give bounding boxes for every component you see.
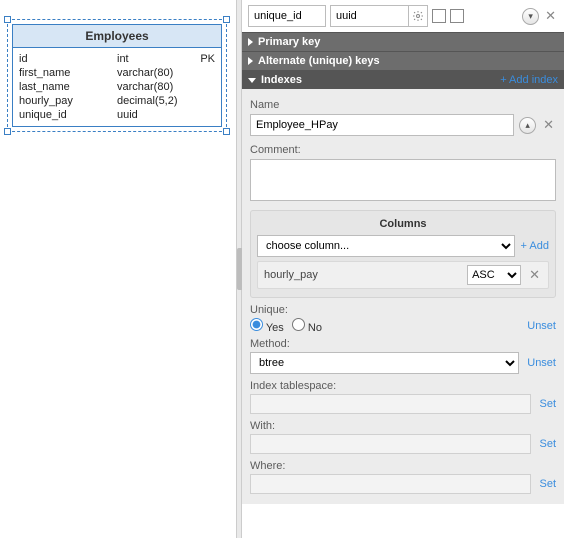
col-name: id [19, 53, 117, 65]
add-column-link[interactable]: + Add [521, 240, 549, 252]
collapse-icon[interactable]: ▴ [519, 117, 536, 134]
chevron-right-icon [248, 57, 253, 65]
with-label: With: [250, 420, 365, 432]
entity-column[interactable]: first_namevarchar(80) [19, 66, 215, 80]
checkbox-2[interactable] [450, 9, 464, 23]
col-type: varchar(80) [117, 67, 189, 79]
unique-label: Unique: [250, 304, 365, 316]
entity-employees[interactable]: Employees idintPKfirst_namevarchar(80)la… [12, 24, 222, 127]
comment-label: Comment: [250, 144, 556, 156]
section-indexes[interactable]: Indexes + Add index [242, 70, 564, 89]
where-field[interactable] [250, 474, 531, 494]
chevron-right-icon [248, 38, 253, 46]
checkbox-1[interactable] [432, 9, 446, 23]
section-label: Primary key [258, 36, 320, 48]
col-pk: PK [189, 53, 215, 65]
resize-handle[interactable] [4, 16, 11, 23]
where-set-link[interactable]: Set [539, 478, 556, 490]
index-column-name: hourly_pay [264, 269, 461, 281]
column-name-input[interactable] [248, 5, 326, 27]
resize-handle[interactable] [223, 128, 230, 135]
index-name-input[interactable] [250, 114, 514, 136]
with-set-link[interactable]: Set [539, 438, 556, 450]
index-editor: Name ▴ ✕ Comment: Columns choose column.… [242, 89, 564, 504]
col-type: varchar(80) [117, 81, 189, 93]
method-label: Method: [250, 338, 365, 350]
entity-columns: idintPKfirst_namevarchar(80)last_namevar… [13, 48, 221, 126]
section-label: Alternate (unique) keys [258, 55, 380, 67]
with-field[interactable] [250, 434, 531, 454]
unique-unset-link[interactable]: Unset [527, 320, 556, 332]
section-primary-key[interactable]: Primary key [242, 32, 564, 51]
close-icon[interactable]: ✕ [543, 8, 558, 24]
chevron-down-icon [248, 78, 256, 83]
col-type: decimal(5,2) [117, 95, 189, 107]
col-name: last_name [19, 81, 117, 93]
resize-handle[interactable] [4, 128, 11, 135]
add-index-link[interactable]: + Add index [500, 74, 558, 86]
index-column-row: hourly_pay ASC ✕ [257, 261, 549, 289]
section-label: Indexes [261, 74, 302, 86]
remove-index-icon[interactable]: ✕ [541, 117, 556, 133]
where-label: Where: [250, 460, 365, 472]
column-field-strip: ▾ ✕ [242, 0, 564, 32]
entity-column[interactable]: last_namevarchar(80) [19, 80, 215, 94]
method-unset-link[interactable]: Unset [527, 357, 556, 369]
tablespace-field[interactable] [250, 394, 531, 414]
col-name: first_name [19, 67, 117, 79]
section-alternate-keys[interactable]: Alternate (unique) keys [242, 51, 564, 70]
unique-yes[interactable]: Yes [250, 318, 284, 334]
col-type: int [117, 53, 189, 65]
entity-title[interactable]: Employees [13, 25, 221, 48]
sort-order-select[interactable]: ASC [467, 265, 521, 285]
remove-column-icon[interactable]: ✕ [527, 267, 542, 283]
col-name: hourly_pay [19, 95, 117, 107]
entity-column[interactable]: unique_iduuid [19, 108, 215, 122]
col-pk [189, 67, 215, 79]
gear-icon[interactable] [408, 5, 428, 27]
diagram-canvas[interactable]: Employees idintPKfirst_namevarchar(80)la… [0, 0, 236, 538]
tablespace-label: Index tablespace: [250, 380, 365, 392]
entity-column[interactable]: hourly_paydecimal(5,2) [19, 94, 215, 108]
col-pk [189, 109, 215, 121]
col-pk [189, 95, 215, 107]
index-columns-box: Columns choose column... + Add hourly_pa… [250, 210, 556, 298]
columns-title: Columns [257, 218, 549, 230]
entity-column[interactable]: idintPK [19, 52, 215, 66]
tablespace-set-link[interactable]: Set [539, 398, 556, 410]
chevron-down-icon[interactable]: ▾ [522, 8, 539, 25]
properties-panel: ▾ ✕ Primary key Alternate (unique) keys … [242, 0, 564, 538]
col-type: uuid [117, 109, 189, 121]
column-type-input[interactable] [330, 5, 408, 27]
resize-handle[interactable] [223, 16, 230, 23]
choose-column-select[interactable]: choose column... [257, 235, 515, 257]
unique-no[interactable]: No [292, 318, 322, 334]
name-label: Name [250, 99, 556, 111]
col-name: unique_id [19, 109, 117, 121]
method-select[interactable]: btree [250, 352, 519, 374]
col-pk [189, 81, 215, 93]
index-comment-textarea[interactable] [250, 159, 556, 201]
